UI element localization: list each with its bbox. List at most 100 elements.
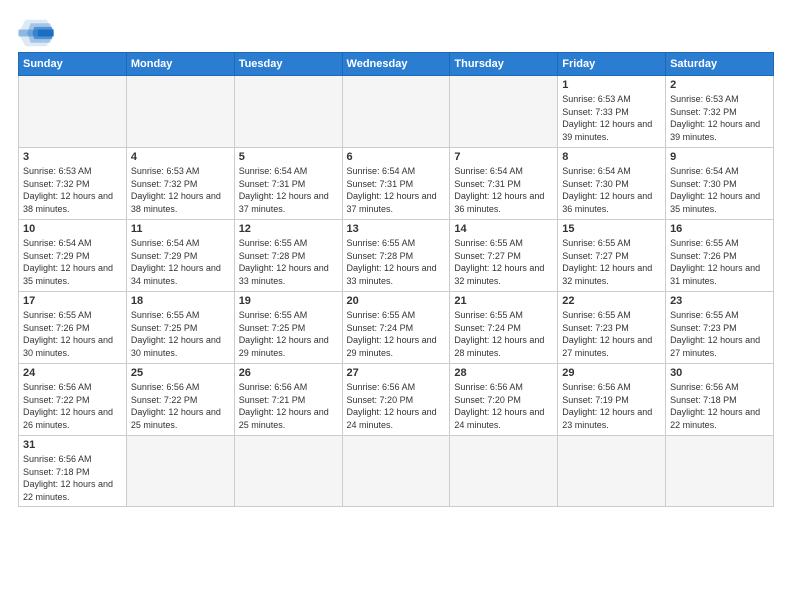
day-cell: 27 Sunrise: 6:56 AM Sunset: 7:20 PM Dayli… (342, 364, 450, 436)
day-number: 18 (131, 295, 230, 307)
day-info: Sunrise: 6:54 AM Sunset: 7:31 PM Dayligh… (454, 165, 553, 215)
day-number: 4 (131, 151, 230, 163)
day-info: Sunrise: 6:56 AM Sunset: 7:19 PM Dayligh… (562, 381, 661, 431)
day-info: Sunrise: 6:55 AM Sunset: 7:28 PM Dayligh… (347, 237, 446, 287)
day-info: Sunrise: 6:53 AM Sunset: 7:32 PM Dayligh… (23, 165, 122, 215)
day-info: Sunrise: 6:55 AM Sunset: 7:26 PM Dayligh… (23, 309, 122, 359)
day-cell: 9Sunrise: 6:54 AM Sunset: 7:30 PM Daylig… (666, 148, 774, 220)
weekday-tuesday: Tuesday (234, 53, 342, 76)
day-info: Sunrise: 6:56 AM Sunset: 7:20 PM Dayligh… (454, 381, 553, 431)
day-cell: 29 Sunrise: 6:56 AM Sunset: 7:19 PM Dayli… (558, 364, 666, 436)
page: SundayMondayTuesdayWednesdayThursdayFrid… (0, 0, 792, 517)
day-info: Sunrise: 6:55 AM Sunset: 7:28 PM Dayligh… (239, 237, 338, 287)
day-number: 27 (347, 367, 446, 379)
header (18, 18, 774, 48)
week-row-4: 17 Sunrise: 6:55 AM Sunset: 7:26 PM Dayli… (19, 292, 774, 364)
day-number: 26 (239, 367, 338, 379)
day-cell: 15Sunrise: 6:55 AM Sunset: 7:27 PM Dayli… (558, 220, 666, 292)
day-cell: 23Sunrise: 6:55 AM Sunset: 7:23 PM Dayli… (666, 292, 774, 364)
day-cell (19, 76, 127, 148)
day-number: 29 (562, 367, 661, 379)
day-number: 10 (23, 223, 122, 235)
week-row-2: 3Sunrise: 6:53 AM Sunset: 7:32 PM Daylig… (19, 148, 774, 220)
day-number: 19 (239, 295, 338, 307)
day-number: 23 (670, 295, 769, 307)
day-cell: 19 Sunrise: 6:55 AM Sunset: 7:25 PM Dayli… (234, 292, 342, 364)
day-info: Sunrise: 6:55 AM Sunset: 7:23 PM Dayligh… (562, 309, 661, 359)
day-cell: 8 Sunrise: 6:54 AM Sunset: 7:30 PM Daylig… (558, 148, 666, 220)
weekday-wednesday: Wednesday (342, 53, 450, 76)
day-number: 30 (670, 367, 769, 379)
weekday-header-row: SundayMondayTuesdayWednesdayThursdayFrid… (19, 53, 774, 76)
day-info: Sunrise: 6:56 AM Sunset: 7:21 PM Dayligh… (239, 381, 338, 431)
weekday-friday: Friday (558, 53, 666, 76)
day-number: 9 (670, 151, 769, 163)
day-cell: 17 Sunrise: 6:55 AM Sunset: 7:26 PM Dayli… (19, 292, 127, 364)
day-cell: 10Sunrise: 6:54 AM Sunset: 7:29 PM Dayli… (19, 220, 127, 292)
day-cell: 2Sunrise: 6:53 AM Sunset: 7:32 PM Daylig… (666, 76, 774, 148)
day-cell: 18 Sunrise: 6:55 AM Sunset: 7:25 PM Dayli… (126, 292, 234, 364)
day-info: Sunrise: 6:56 AM Sunset: 7:22 PM Dayligh… (131, 381, 230, 431)
day-number: 1 (562, 79, 661, 91)
day-number: 14 (454, 223, 553, 235)
weekday-sunday: Sunday (19, 53, 127, 76)
day-cell: 13 Sunrise: 6:55 AM Sunset: 7:28 PM Dayli… (342, 220, 450, 292)
day-cell (558, 436, 666, 507)
logo (18, 18, 58, 48)
day-cell (666, 436, 774, 507)
day-cell: 21 Sunrise: 6:55 AM Sunset: 7:24 PM Dayli… (450, 292, 558, 364)
week-row-6: 31Sunrise: 6:56 AM Sunset: 7:18 PM Dayli… (19, 436, 774, 507)
day-cell: 16Sunrise: 6:55 AM Sunset: 7:26 PM Dayli… (666, 220, 774, 292)
day-cell: 24 Sunrise: 6:56 AM Sunset: 7:22 PM Dayli… (19, 364, 127, 436)
day-cell: 30Sunrise: 6:56 AM Sunset: 7:18 PM Dayli… (666, 364, 774, 436)
day-number: 11 (131, 223, 230, 235)
day-info: Sunrise: 6:55 AM Sunset: 7:24 PM Dayligh… (454, 309, 553, 359)
day-cell: 1 Sunrise: 6:53 AM Sunset: 7:33 PM Daylig… (558, 76, 666, 148)
day-cell (234, 436, 342, 507)
week-row-3: 10 Sunrise: 6:54 AM Sunset: 7:29 PM Dayli… (19, 220, 774, 292)
day-cell: 28Sunrise: 6:56 AM Sunset: 7:20 PM Dayli… (450, 364, 558, 436)
weekday-saturday: Saturday (666, 53, 774, 76)
day-number: 16 (670, 223, 769, 235)
day-cell: 6 Sunrise: 6:54 AM Sunset: 7:31 PM Daylig… (342, 148, 450, 220)
day-number: 25 (131, 367, 230, 379)
day-cell (126, 76, 234, 148)
day-info: Sunrise: 6:54 AM Sunset: 7:30 PM Dayligh… (562, 165, 661, 215)
day-cell: 12Sunrise: 6:55 AM Sunset: 7:28 PM Dayli… (234, 220, 342, 292)
day-cell: 3Sunrise: 6:53 AM Sunset: 7:32 PM Daylig… (19, 148, 127, 220)
day-number: 21 (454, 295, 553, 307)
day-number: 5 (239, 151, 338, 163)
day-cell: 20 Sunrise: 6:55 AM Sunset: 7:24 PM Dayli… (342, 292, 450, 364)
calendar-table: SundayMondayTuesdayWednesdayThursdayFrid… (18, 52, 774, 507)
day-cell (126, 436, 234, 507)
day-cell (234, 76, 342, 148)
day-info: Sunrise: 6:54 AM Sunset: 7:31 PM Dayligh… (347, 165, 446, 215)
day-info: Sunrise: 6:56 AM Sunset: 7:20 PM Dayligh… (347, 381, 446, 431)
day-cell: 7 Sunrise: 6:54 AM Sunset: 7:31 PM Daylig… (450, 148, 558, 220)
day-cell: 22Sunrise: 6:55 AM Sunset: 7:23 PM Dayli… (558, 292, 666, 364)
day-cell: 25 Sunrise: 6:56 AM Sunset: 7:22 PM Dayli… (126, 364, 234, 436)
day-number: 13 (347, 223, 446, 235)
day-cell: 26 Sunrise: 6:56 AM Sunset: 7:21 PM Dayli… (234, 364, 342, 436)
day-number: 20 (347, 295, 446, 307)
day-info: Sunrise: 6:55 AM Sunset: 7:25 PM Dayligh… (131, 309, 230, 359)
day-info: Sunrise: 6:55 AM Sunset: 7:27 PM Dayligh… (454, 237, 553, 287)
day-cell (450, 76, 558, 148)
day-number: 6 (347, 151, 446, 163)
day-number: 2 (670, 79, 769, 91)
day-info: Sunrise: 6:56 AM Sunset: 7:22 PM Dayligh… (23, 381, 122, 431)
day-info: Sunrise: 6:55 AM Sunset: 7:25 PM Dayligh… (239, 309, 338, 359)
day-info: Sunrise: 6:54 AM Sunset: 7:31 PM Dayligh… (239, 165, 338, 215)
day-number: 7 (454, 151, 553, 163)
day-number: 17 (23, 295, 122, 307)
week-row-1: 1 Sunrise: 6:53 AM Sunset: 7:33 PM Daylig… (19, 76, 774, 148)
day-info: Sunrise: 6:53 AM Sunset: 7:33 PM Dayligh… (562, 93, 661, 143)
day-info: Sunrise: 6:55 AM Sunset: 7:24 PM Dayligh… (347, 309, 446, 359)
day-info: Sunrise: 6:54 AM Sunset: 7:29 PM Dayligh… (131, 237, 230, 287)
day-number: 24 (23, 367, 122, 379)
day-cell (342, 76, 450, 148)
day-number: 8 (562, 151, 661, 163)
logo-icon (18, 18, 54, 48)
day-info: Sunrise: 6:56 AM Sunset: 7:18 PM Dayligh… (23, 453, 122, 503)
weekday-thursday: Thursday (450, 53, 558, 76)
